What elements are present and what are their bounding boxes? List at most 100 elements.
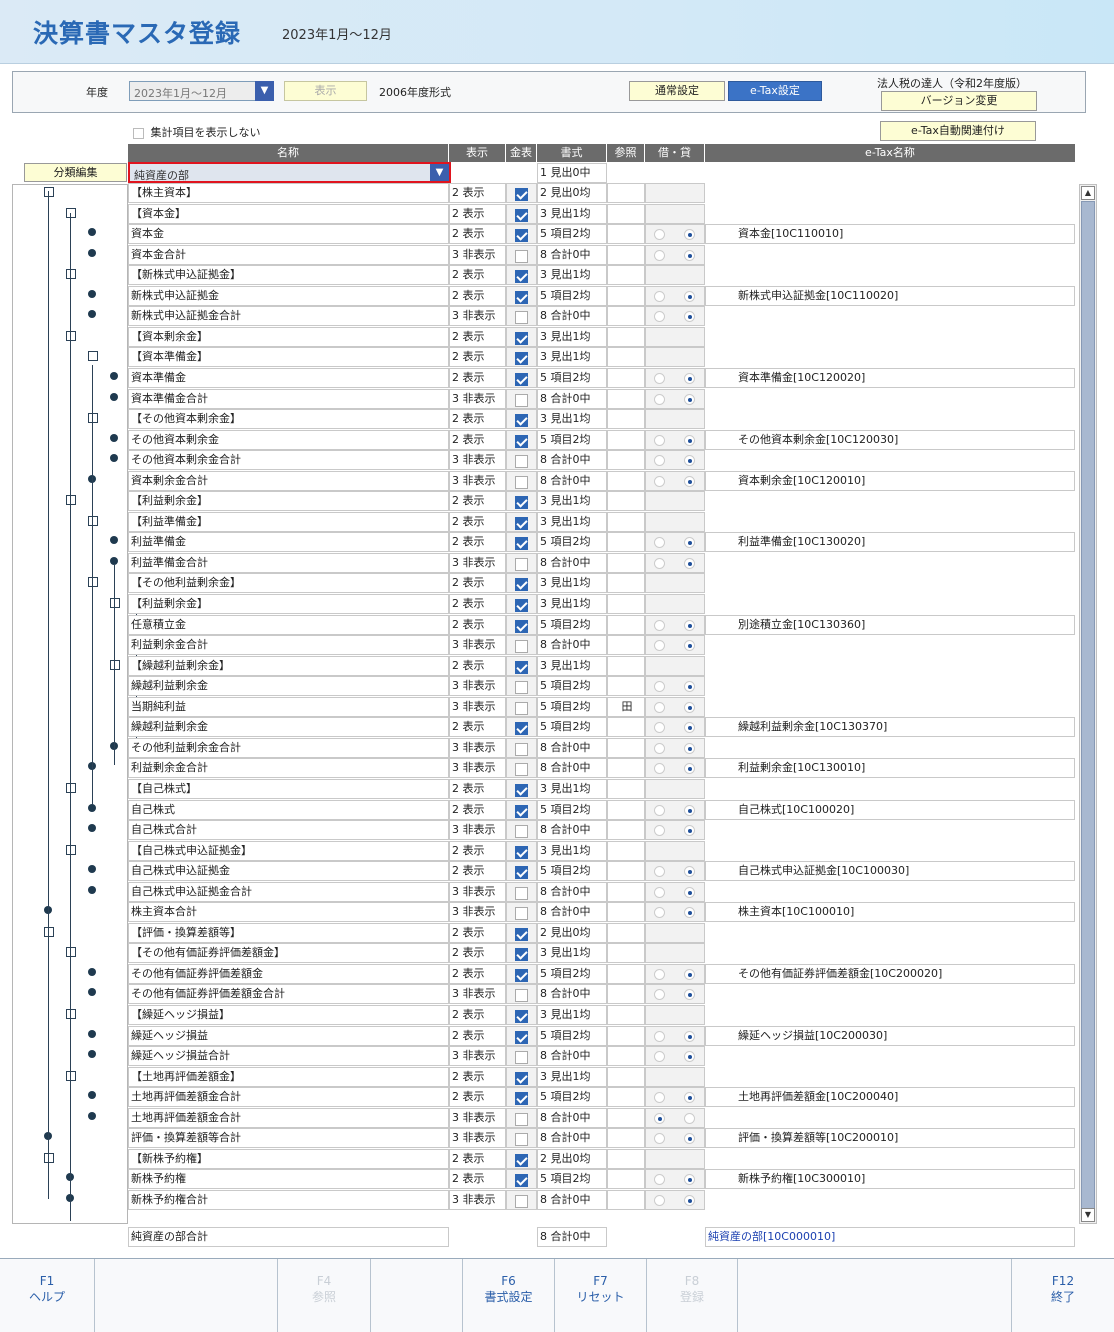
credit-radio[interactable] (684, 1174, 695, 1185)
tree-node-folder[interactable] (66, 1009, 76, 1019)
fkey-f7-button[interactable]: F7 リセット (555, 1259, 647, 1332)
table-row[interactable]: 利益準備金 2 表示 5 項目2均 利益準備金[10C130020] (128, 532, 1075, 552)
table-row[interactable]: その他有価証券評価差額金 2 表示 5 項目2均 その他有価証券評価差額金[10C20… (128, 964, 1075, 984)
credit-radio[interactable] (684, 989, 695, 1000)
row-format-cell[interactable]: 3 見出1均 (537, 656, 607, 676)
row-reference-cell[interactable] (607, 738, 645, 758)
row-etax-cell[interactable] (705, 635, 1075, 655)
row-name-cell[interactable]: 【土地再評価差額金】 (128, 1067, 449, 1087)
row-etax-cell[interactable]: 土地再評価差額金[10C200040] (705, 1087, 1075, 1107)
row-name-cell[interactable]: 資本準備金合計 (128, 389, 449, 409)
amount-checkbox[interactable] (515, 394, 528, 407)
row-name-cell[interactable]: 新株予約権 (128, 1169, 449, 1189)
row-reference-cell[interactable] (607, 245, 645, 265)
row-format-cell[interactable]: 3 見出1均 (537, 409, 607, 429)
row-etax-cell[interactable]: 評価・換算差額等[10C200010] (705, 1128, 1075, 1148)
row-format-cell[interactable]: 8 合計0中 (537, 1108, 607, 1128)
amount-checkbox[interactable] (515, 702, 528, 715)
tree-node-folder[interactable] (66, 947, 76, 957)
row-display-cell[interactable]: 2 表示 (449, 430, 506, 450)
row-format-cell[interactable]: 3 見出1均 (537, 347, 607, 367)
amount-checkbox[interactable] (515, 1010, 528, 1023)
row-reference-cell[interactable] (607, 265, 645, 285)
debit-radio[interactable] (654, 887, 665, 898)
row-name-cell[interactable]: 当期純利益 (128, 697, 449, 717)
credit-radio[interactable] (684, 907, 695, 918)
row-format-cell[interactable]: 8 合計0中 (537, 1046, 607, 1066)
credit-radio[interactable] (684, 887, 695, 898)
table-row[interactable]: 繰延ヘッジ損益合計 3 非表示 8 合計0中 (128, 1046, 1075, 1066)
row-format-cell[interactable]: 8 合計0中 (537, 245, 607, 265)
table-row[interactable]: 【評価・換算差額等】 2 表示 2 見出0均 (128, 923, 1075, 943)
row-etax-cell[interactable] (705, 1108, 1075, 1128)
row-name-cell[interactable]: 【資本準備金】 (128, 347, 449, 367)
row-display-cell[interactable]: 3 非表示 (449, 820, 506, 840)
row-format-cell[interactable]: 3 見出1均 (537, 327, 607, 347)
credit-radio[interactable] (684, 311, 695, 322)
amount-checkbox[interactable] (515, 743, 528, 756)
credit-radio[interactable] (684, 825, 695, 836)
tree-node-leaf[interactable] (88, 865, 96, 873)
row-format-cell[interactable]: 3 見出1均 (537, 943, 607, 963)
row-display-cell[interactable]: 3 非表示 (449, 1190, 506, 1210)
row-name-cell[interactable]: 【資本剰余金】 (128, 327, 449, 347)
fkey-f8-button[interactable]: F8 登録 (647, 1259, 738, 1332)
row-format-cell[interactable]: 5 項目2均 (537, 532, 607, 552)
amount-checkbox[interactable] (515, 332, 528, 345)
row-name-cell[interactable]: その他有価証券評価差額金 (128, 964, 449, 984)
tree-node-leaf[interactable] (88, 804, 96, 812)
amount-checkbox[interactable] (515, 887, 528, 900)
amount-checkbox[interactable] (515, 373, 528, 386)
row-reference-cell[interactable] (607, 861, 645, 881)
debit-radio[interactable] (654, 1133, 665, 1144)
row-format-cell[interactable]: 5 項目2均 (537, 224, 607, 244)
credit-radio[interactable] (684, 558, 695, 569)
fkey-f6-button[interactable]: F6 書式設定 (463, 1259, 555, 1332)
row-name-cell[interactable]: 株主資本合計 (128, 902, 449, 922)
year-select[interactable]: 2023年1月～12月 ▼ (129, 81, 274, 101)
row-format-cell[interactable]: 5 項目2均 (537, 1169, 607, 1189)
amount-checkbox[interactable] (515, 661, 528, 674)
amount-checkbox[interactable] (515, 825, 528, 838)
row-name-cell[interactable]: 自己株式合計 (128, 820, 449, 840)
table-row[interactable]: 新株予約権 2 表示 5 項目2均 新株予約権[10C300010] (128, 1169, 1075, 1189)
table-row[interactable]: 資本準備金合計 3 非表示 8 合計0中 (128, 389, 1075, 409)
row-name-cell[interactable]: 【自己株式】 (128, 779, 449, 799)
row-display-cell[interactable]: 2 表示 (449, 327, 506, 347)
table-row[interactable]: 新株式申込証拠金合計 3 非表示 8 合計0中 (128, 306, 1075, 326)
row-etax-cell[interactable] (705, 1067, 1075, 1087)
row-etax-cell[interactable] (705, 820, 1075, 840)
row-reference-cell[interactable] (607, 1026, 645, 1046)
table-row[interactable]: 繰越利益剰余金 3 非表示 5 項目2均 (128, 676, 1075, 696)
chevron-down-icon[interactable]: ▼ (430, 164, 449, 181)
table-row[interactable]: 自己株式合計 3 非表示 8 合計0中 (128, 820, 1075, 840)
amount-checkbox[interactable] (515, 537, 528, 550)
row-display-cell[interactable]: 3 非表示 (449, 553, 506, 573)
table-row[interactable]: その他資本剰余金合計 3 非表示 8 合計0中 (128, 450, 1075, 470)
row-display-cell[interactable]: 3 非表示 (449, 1108, 506, 1128)
debit-radio[interactable] (654, 640, 665, 651)
table-row[interactable]: 【繰延ヘッジ損益】 2 表示 3 見出1均 (128, 1005, 1075, 1025)
row-format-cell[interactable]: 5 項目2均 (537, 964, 607, 984)
credit-radio[interactable] (684, 640, 695, 651)
row-etax-cell[interactable] (705, 1005, 1075, 1025)
amount-checkbox[interactable] (515, 805, 528, 818)
debit-radio[interactable] (654, 291, 665, 302)
table-row[interactable]: 資本準備金 2 表示 5 項目2均 資本準備金[10C120020] (128, 368, 1075, 388)
debit-radio[interactable] (654, 866, 665, 877)
row-name-cell[interactable]: 【新株予約権】 (128, 1149, 449, 1169)
tree-node-folder[interactable] (66, 208, 76, 218)
amount-checkbox[interactable] (515, 229, 528, 242)
table-row[interactable]: 繰延ヘッジ損益 2 表示 5 項目2均 繰延ヘッジ損益[10C200030] (128, 1026, 1075, 1046)
amount-checkbox[interactable] (515, 188, 528, 201)
row-format-cell[interactable]: 5 項目2均 (537, 1026, 607, 1046)
row-format-cell[interactable]: 8 合計0中 (537, 1190, 607, 1210)
category-tree[interactable] (12, 184, 140, 1224)
tree-node-leaf[interactable] (110, 434, 118, 442)
debit-radio[interactable] (654, 1195, 665, 1206)
table-row[interactable]: 任意積立金 2 表示 5 項目2均 別途積立金[10C130360] (128, 615, 1075, 635)
row-etax-cell[interactable]: 別途積立金[10C130360] (705, 615, 1075, 635)
row-display-cell[interactable]: 3 非表示 (449, 882, 506, 902)
table-row[interactable]: その他資本剰余金 2 表示 5 項目2均 その他資本剰余金[10C120030] (128, 430, 1075, 450)
row-name-cell[interactable]: 利益準備金 (128, 532, 449, 552)
